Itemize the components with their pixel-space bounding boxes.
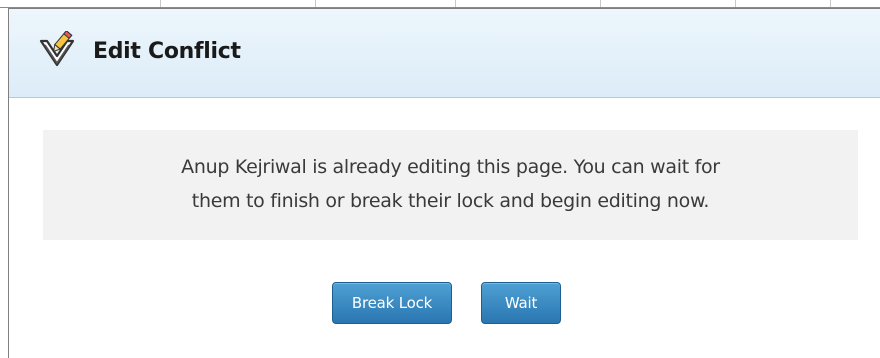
strip-divider [600,0,601,7]
message-line: Anup Kejriwal is already editing this pa… [181,156,720,178]
conflict-message: Anup Kejriwal is already editing this pa… [43,150,858,218]
strip-divider [735,0,736,7]
strip-divider [830,0,831,7]
checkmark-pencil-icon [37,30,77,73]
break-lock-button[interactable]: Break Lock [332,282,452,324]
edit-conflict-dialog: Edit Conflict Anup Kejriwal is already e… [8,8,880,358]
background-page-strip [0,0,880,8]
dialog-title: Edit Conflict [93,39,241,64]
message-box: Anup Kejriwal is already editing this pa… [43,130,858,240]
message-line: them to finish or break their lock and b… [191,190,710,212]
wait-button[interactable]: Wait [481,282,561,324]
strip-divider [160,0,161,7]
strip-divider [455,0,456,7]
dialog-header: Edit Conflict [9,9,880,98]
strip-divider [315,0,316,7]
